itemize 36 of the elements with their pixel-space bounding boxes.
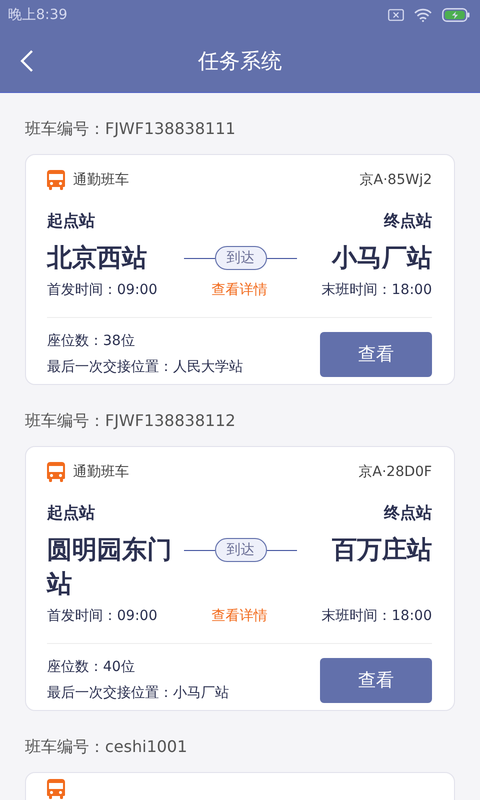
end-station: 百万庄站 (331, 534, 432, 566)
arrive-tag: 到达 (214, 246, 266, 270)
end-label: 终点站 (382, 210, 432, 232)
view-button[interactable]: 查看 (320, 332, 432, 376)
sim-card-icon (388, 9, 404, 21)
first-time: 首发时间：09:00 (47, 607, 158, 626)
bus-number-label: 班车编号：ceshi1001 (25, 736, 188, 758)
bus-type: 通勤班车 (73, 463, 129, 481)
details-link[interactable]: 查看详情 (182, 275, 297, 305)
handover-location: 最后一次交接位置：小马厂站 (47, 684, 229, 703)
start-label: 起点站 (47, 210, 96, 232)
bus-icon (47, 170, 65, 190)
start-station: 圆明园东门站 (47, 534, 173, 600)
details-link[interactable]: 查看详情 (182, 601, 297, 631)
battery-icon (442, 8, 470, 22)
plate-number: 京A·85Wj2 (360, 171, 432, 189)
status-time: 晚上8:39 (8, 6, 68, 24)
page-title: 任务系统 (198, 48, 282, 75)
end-label: 终点站 (382, 502, 432, 524)
start-station: 北京西站 (47, 242, 148, 274)
last-time: 末班时间：18:00 (320, 281, 432, 300)
handover-location: 最后一次交接位置：人民大学站 (47, 358, 243, 377)
last-time: 末班时间：18:00 (320, 607, 432, 626)
arrive-tag: 到达 (214, 538, 266, 562)
bus-number-label: 班车编号：FJWF138838111 (25, 118, 237, 140)
plate-number: 京A·28D0F (358, 463, 432, 481)
bus-type: 通勤班车 (73, 171, 129, 189)
end-station: 小马厂站 (330, 242, 432, 274)
view-button[interactable]: 查看 (320, 658, 432, 702)
bus-icon (47, 462, 65, 482)
bus-number-label: 班车编号：FJWF138838112 (25, 410, 237, 432)
first-time: 首发时间：09:00 (47, 281, 158, 300)
wifi-icon (414, 8, 432, 22)
seat-count: 座位数：40位 (47, 658, 136, 677)
seat-count: 座位数：38位 (47, 332, 136, 351)
start-label: 起点站 (47, 502, 96, 524)
